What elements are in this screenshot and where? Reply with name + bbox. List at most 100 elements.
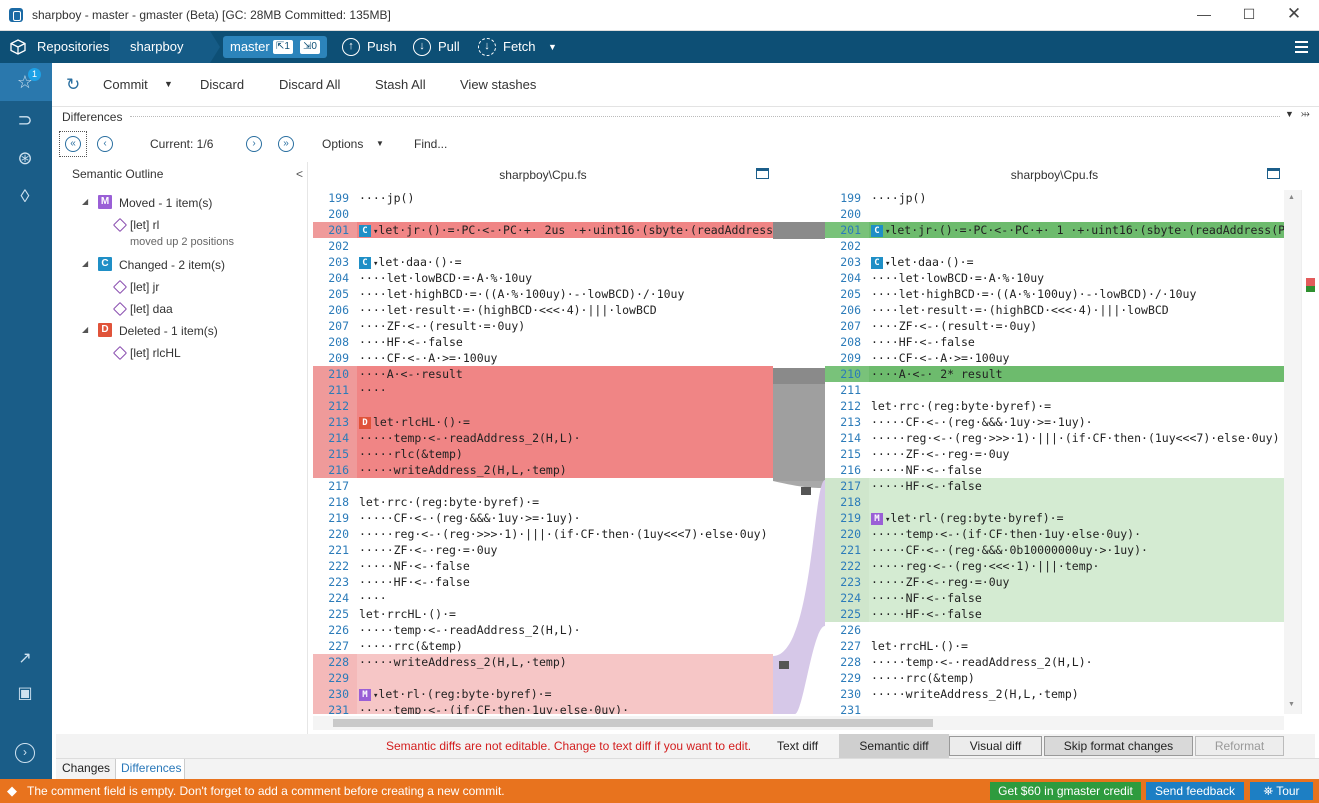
- commit-dropdown-icon[interactable]: ▼: [164, 79, 173, 89]
- line-text: ·····writeAddress_2(H,L,·temp): [359, 655, 567, 669]
- left-code-area[interactable]: 199 ····jp() 200 201 C ▾let·jr·()·=·PC·<-·PC·…: [313, 190, 773, 714]
- panel-menu-icon[interactable]: ▼: [1285, 109, 1294, 119]
- expand-rail-icon[interactable]: ›: [15, 743, 35, 763]
- tab-changes[interactable]: Changes: [62, 761, 110, 775]
- code-line: 200: [825, 206, 1284, 222]
- expand-triangle-icon[interactable]: ◢: [82, 197, 90, 206]
- change-tag-icon[interactable]: M: [359, 688, 371, 701]
- outline-collapse-button[interactable]: <: [296, 167, 303, 181]
- minimize-icon[interactable]: —: [1196, 6, 1212, 22]
- ahead-badge: ⇱1: [273, 40, 293, 54]
- deleted-group-label[interactable]: Deleted - 1 item(s): [119, 324, 218, 338]
- code-line: 213 Dlet·rlcHL·()·=: [313, 414, 773, 430]
- maximize-right-pane-icon[interactable]: [1267, 168, 1280, 179]
- change-tag-icon[interactable]: C: [359, 224, 371, 237]
- line-number: 208: [328, 335, 349, 349]
- export-icon[interactable]: ↗: [12, 648, 38, 670]
- semantic-diff-button[interactable]: Semantic diff: [839, 734, 949, 758]
- change-tag-icon[interactable]: D: [359, 416, 371, 429]
- scroll-down-icon[interactable]: ▼: [1288, 701, 1295, 708]
- right-code-area[interactable]: 199 ····jp() 200 201 C ▾let·jr·()·=·PC·<-·PC·…: [825, 190, 1284, 714]
- line-text: ·····rrc(&temp): [871, 671, 975, 685]
- push-icon[interactable]: ↑: [342, 38, 360, 56]
- last-diff-icon[interactable]: »: [278, 136, 294, 152]
- line-text: ·····temp·<-·readAddress_2(H,L)·: [359, 431, 581, 445]
- repositories-button[interactable]: Repositories: [37, 31, 109, 63]
- code-line: 214 ·····temp·<-·readAddress_2(H,L)·: [313, 430, 773, 446]
- next-diff-icon[interactable]: ›: [246, 136, 262, 152]
- maximize-icon[interactable]: ☐: [1241, 6, 1257, 22]
- prev-diff-icon[interactable]: ‹: [97, 136, 113, 152]
- outline-item-rl[interactable]: [let] rl: [130, 218, 159, 232]
- line-text: ·····writeAddress_2(H,L,·temp): [359, 463, 567, 477]
- code-line: 206 ····let·result·=·(highBCD·<<<·4)·|||·…: [825, 302, 1284, 318]
- changed-group-label[interactable]: Changed - 2 item(s): [119, 258, 225, 272]
- skip-format-changes-button[interactable]: Skip format changes: [1044, 736, 1193, 756]
- scroll-thumb[interactable]: [333, 719, 933, 727]
- reformat-button[interactable]: Reformat: [1195, 736, 1284, 756]
- commit-button[interactable]: Commit: [103, 77, 148, 92]
- gmaster-credit-button[interactable]: Get $60 in gmaster credit: [990, 782, 1141, 800]
- merge-icon[interactable]: ⊛: [12, 147, 38, 169]
- outline-item-rlcHL[interactable]: [let] rlcHL: [130, 346, 181, 360]
- find-button[interactable]: Find...: [414, 137, 447, 151]
- first-diff-icon[interactable]: «: [65, 136, 81, 152]
- line-text: ·····HF·<-·false: [359, 575, 470, 589]
- refresh-icon[interactable]: ↻: [66, 75, 80, 95]
- stash-all-button[interactable]: Stash All: [375, 77, 426, 92]
- fetch-dropdown-icon[interactable]: ▼: [548, 31, 557, 63]
- line-text: ·····temp·<-·readAddress_2(H,L)·: [871, 655, 1093, 669]
- line-text: ····CF·<-·A·>=·100uy: [359, 351, 498, 365]
- code-line: 228 ·····temp·<-·readAddress_2(H,L)·: [825, 654, 1284, 670]
- options-dropdown-icon[interactable]: ▼: [376, 139, 384, 148]
- horizontal-scrollbar[interactable]: [313, 716, 1284, 730]
- text-diff-button[interactable]: Text diff: [777, 739, 818, 753]
- branch-button[interactable]: master ⇱1 ⇲0: [223, 36, 327, 58]
- maximize-left-pane-icon[interactable]: [756, 168, 769, 179]
- overview-ruler[interactable]: [1301, 190, 1315, 714]
- repo-breadcrumb[interactable]: sharpboy: [110, 31, 210, 63]
- push-button[interactable]: Push: [367, 31, 397, 63]
- change-tag-icon[interactable]: M: [871, 512, 883, 525]
- code-line: 214 ·····reg·<-·(reg·>>>·1)·|||·(if·CF·th…: [825, 430, 1284, 446]
- tab-differences-active[interactable]: Differences: [115, 759, 185, 779]
- fetch-button[interactable]: Fetch: [503, 31, 536, 63]
- vertical-scrollbar[interactable]: ▲ ▼: [1284, 190, 1301, 714]
- pin-icon[interactable]: ⤔: [1301, 108, 1310, 121]
- line-number: 201: [825, 222, 869, 238]
- hamburger-menu-icon[interactable]: [1295, 41, 1308, 53]
- pull-icon[interactable]: ↓: [413, 38, 431, 56]
- scroll-up-icon[interactable]: ▲: [1288, 194, 1295, 201]
- close-icon[interactable]: ✕: [1286, 5, 1302, 22]
- discard-all-button[interactable]: Discard All: [279, 77, 340, 92]
- fetch-icon[interactable]: ↓: [478, 38, 496, 56]
- change-tag-icon[interactable]: C: [871, 256, 883, 269]
- code-line: 201 C ▾let·jr·()·=·PC·<-·PC·+· 2us ·+·uint…: [313, 222, 773, 238]
- expand-triangle-icon[interactable]: ◢: [82, 325, 90, 334]
- outline-item-jr[interactable]: [let] jr: [130, 280, 159, 294]
- import-icon[interactable]: ▣: [12, 683, 38, 705]
- view-stashes-button[interactable]: View stashes: [460, 77, 536, 92]
- line-text: ····let·lowBCD·=·A·%·10uy: [359, 271, 533, 285]
- line-number: 216: [313, 462, 357, 478]
- packages-icon[interactable]: ◊: [12, 185, 38, 207]
- branches-icon[interactable]: ⊃: [12, 109, 38, 131]
- ruler-red-mark: [1306, 278, 1315, 286]
- pull-button[interactable]: Pull: [438, 31, 460, 63]
- code-line: 219 M ▾let·rl·(reg:byte·byref)·=: [825, 510, 1284, 526]
- options-button[interactable]: Options: [322, 137, 363, 151]
- outline-item-daa[interactable]: [let] daa: [130, 302, 173, 316]
- change-tag-icon[interactable]: C: [871, 224, 883, 237]
- code-line: 217 ·····HF·<-·false: [825, 478, 1284, 494]
- discard-button[interactable]: Discard: [200, 77, 244, 92]
- outline-item-note: moved up 2 positions: [130, 236, 234, 248]
- code-line: 210 ····A·<-· 2* result: [825, 366, 1284, 382]
- moved-group-label[interactable]: Moved - 1 item(s): [119, 196, 212, 210]
- ruler-green-mark: [1306, 286, 1315, 292]
- expand-triangle-icon[interactable]: ◢: [82, 259, 90, 268]
- change-tag-icon[interactable]: C: [359, 256, 371, 269]
- visual-diff-button[interactable]: Visual diff: [949, 736, 1042, 756]
- send-feedback-button[interactable]: Send feedback: [1146, 782, 1244, 800]
- code-line: 199 ····jp(): [825, 190, 1284, 206]
- tour-button[interactable]: ⛯ Tour: [1250, 782, 1313, 800]
